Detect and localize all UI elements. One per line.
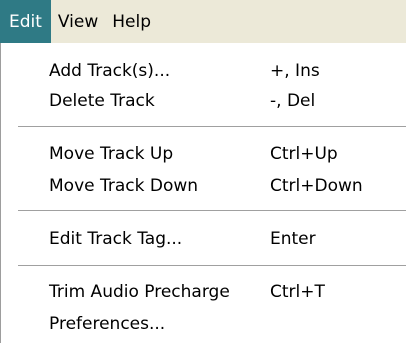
menu-item-edit-track-tag[interactable]: Edit Track Tag... Enter <box>1 223 406 255</box>
menu-separator <box>18 126 406 128</box>
menu-item-move-track-down[interactable]: Move Track Down Ctrl+Down <box>1 170 406 202</box>
menu-item-shortcut: Ctrl+Down <box>270 176 363 196</box>
menu-help[interactable]: Help <box>105 0 158 43</box>
menu-separator <box>18 265 406 267</box>
menu-item-shortcut: Ctrl+T <box>270 282 325 302</box>
menu-separator <box>18 210 406 212</box>
menu-item-label: Preferences... <box>49 314 166 334</box>
menu-item-label: Move Track Up <box>49 144 174 164</box>
menu-item-shortcut: +, Ins <box>270 61 320 81</box>
menu-edit[interactable]: Edit <box>0 0 51 43</box>
menu-item-preferences[interactable]: Preferences... <box>1 308 406 340</box>
menu-item-shortcut: -, Del <box>270 91 316 111</box>
menu-view[interactable]: View <box>51 0 105 43</box>
menu-item-shortcut: Ctrl+Up <box>270 144 338 164</box>
menu-item-delete-track[interactable]: Delete Track -, Del <box>1 85 406 117</box>
menu-item-label: Trim Audio Precharge <box>49 282 230 302</box>
menu-item-add-tracks[interactable]: Add Track(s)... +, Ins <box>1 55 406 87</box>
edit-dropdown-menu: Add Track(s)... +, Ins Delete Track -, D… <box>0 43 406 343</box>
menu-bar: Edit View Help <box>0 0 406 43</box>
menu-item-label: Add Track(s)... <box>49 61 171 81</box>
menu-item-move-track-up[interactable]: Move Track Up Ctrl+Up <box>1 138 406 170</box>
menu-item-trim-audio-precharge[interactable]: Trim Audio Precharge Ctrl+T <box>1 276 406 308</box>
menu-item-label: Move Track Down <box>49 176 199 196</box>
menu-item-label: Edit Track Tag... <box>49 229 183 249</box>
menu-item-label: Delete Track <box>49 91 155 111</box>
menu-item-shortcut: Enter <box>270 229 316 249</box>
